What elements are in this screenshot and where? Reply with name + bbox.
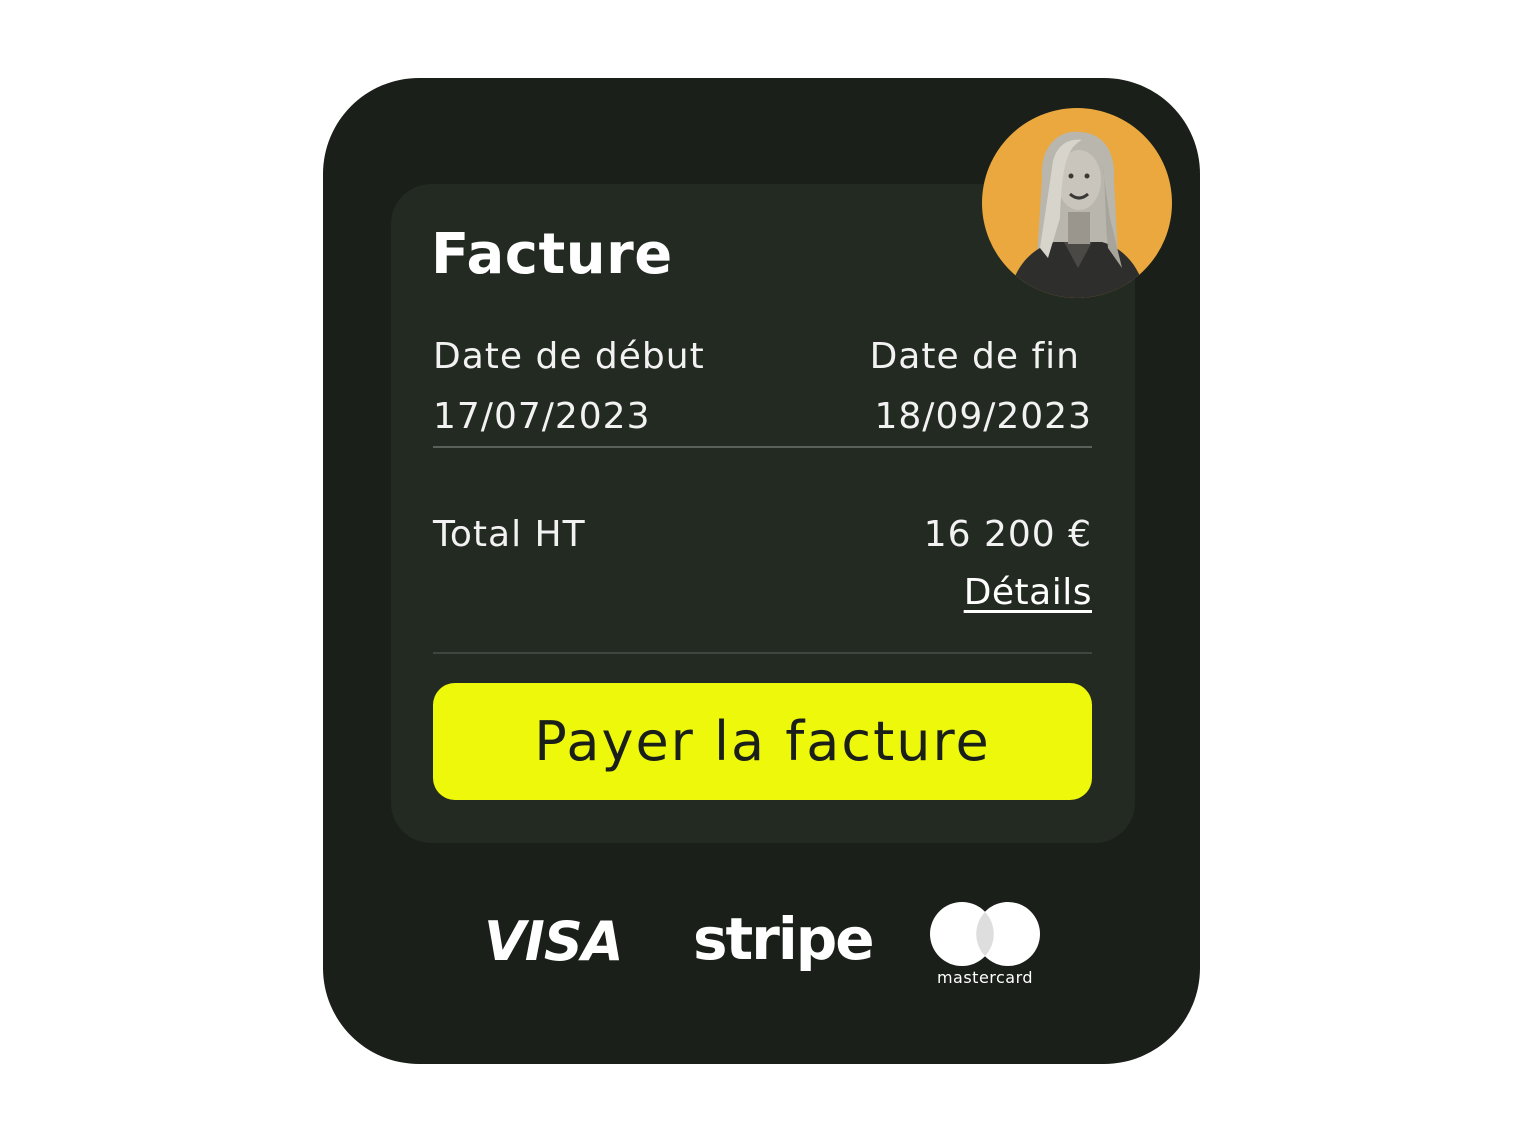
invoice-title: Facture bbox=[431, 222, 673, 287]
person-photo-icon bbox=[1010, 131, 1146, 298]
mastercard-label: mastercard bbox=[936, 968, 1034, 987]
mastercard-logo: mastercard bbox=[922, 898, 1048, 990]
start-date-value: 17/07/2023 bbox=[433, 396, 651, 437]
details-link[interactable]: Détails bbox=[964, 572, 1092, 613]
stripe-logo: stripe bbox=[693, 905, 875, 973]
start-date-label: Date de début bbox=[433, 336, 705, 377]
pay-invoice-button[interactable]: Payer la facture bbox=[433, 683, 1092, 800]
divider bbox=[433, 446, 1092, 448]
mastercard-circles-icon bbox=[930, 902, 1040, 966]
visa-logo: VISA bbox=[484, 910, 624, 973]
end-date-label: Date de fin bbox=[869, 336, 1080, 377]
avatar bbox=[982, 108, 1172, 298]
end-date-value: 18/09/2023 bbox=[874, 396, 1092, 437]
total-label: Total HT bbox=[433, 514, 586, 555]
divider bbox=[433, 652, 1092, 654]
total-value: 16 200 € bbox=[923, 514, 1092, 555]
